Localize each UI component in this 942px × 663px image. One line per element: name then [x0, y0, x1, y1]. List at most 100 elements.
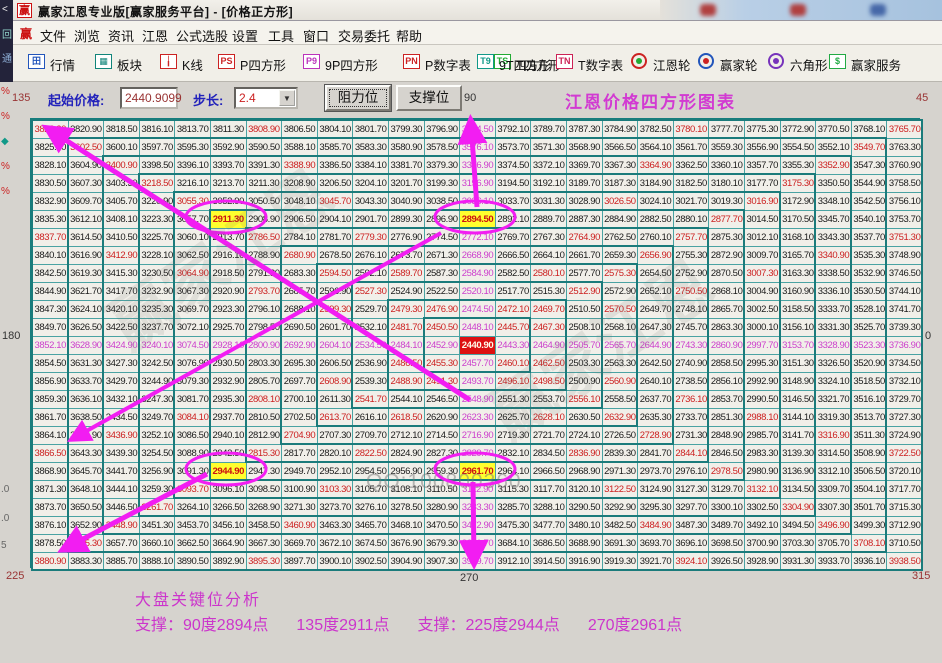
- grid-cell: 3590.50: [246, 138, 283, 157]
- grid-cell: 3249.70: [139, 408, 176, 427]
- menu-item-9[interactable]: 交易委托: [338, 26, 390, 45]
- menu-item-6[interactable]: 设置: [232, 26, 258, 45]
- grid-cell: 2628.10: [530, 408, 567, 427]
- grid-cell: 3890.50: [174, 552, 211, 571]
- grid-cell: 2529.70: [352, 300, 389, 319]
- support-button[interactable]: 支撑位: [396, 85, 462, 111]
- grid-cell: 2920.90: [210, 282, 247, 301]
- grid-cell: 2505.70: [566, 336, 603, 355]
- toolbar-label: 赢家服务: [851, 55, 901, 74]
- grid-cell: 3828.10: [32, 156, 69, 175]
- grid-cell: 3792.10: [495, 120, 532, 139]
- grid-cell: 2673.70: [388, 246, 425, 265]
- grid-cell: 3936.10: [851, 552, 888, 571]
- angle-label-180: 180: [2, 330, 20, 342]
- grid-cell: 2985.70: [744, 426, 781, 445]
- grid-cell: 3120.10: [566, 480, 603, 499]
- grid-cell: 3242.50: [139, 354, 176, 373]
- grid-cell: 3189.70: [566, 174, 603, 193]
- grid-cell: 3823.30: [32, 120, 69, 139]
- grid-cell: 3741.70: [886, 300, 923, 319]
- resistance-button[interactable]: 阻力位: [325, 85, 391, 111]
- grid-cell: 2952.10: [317, 462, 354, 481]
- grid-cell: 3832.90: [32, 192, 69, 211]
- grid-cell: 3110.50: [424, 480, 461, 499]
- grid-cell: 3144.10: [780, 408, 817, 427]
- grid-cell: 3564.10: [637, 138, 674, 157]
- footer-analysis-title: 大盘关键位分析: [135, 586, 261, 610]
- grid-cell: 2788.90: [246, 246, 283, 265]
- grid-cell: 3628.90: [68, 336, 105, 355]
- grid-cell: 2491.30: [424, 372, 461, 391]
- grid-cell: 3276.10: [352, 498, 389, 517]
- grid-cell: 3156.10: [780, 318, 817, 337]
- grid-cell: 3595.30: [174, 138, 211, 157]
- combo-dropdown-icon[interactable]: ▼: [279, 90, 295, 106]
- grid-cell: 3410.50: [103, 228, 140, 247]
- grid-cell: 3084.10: [174, 408, 211, 427]
- grid-cell: 3307.30: [815, 498, 852, 517]
- grid-cell: 3122.50: [602, 480, 639, 499]
- background-window-glyph: <: [2, 4, 8, 15]
- step-combobox[interactable]: 2.4 ▼: [234, 87, 298, 109]
- grid-cell: 3763.30: [886, 138, 923, 157]
- grid-cell: 3662.50: [174, 534, 211, 553]
- grid-cell: 3350.50: [815, 174, 852, 193]
- start-price-input[interactable]: 2440.9099: [120, 87, 178, 109]
- grid-cell: 3012.10: [744, 228, 781, 247]
- menu-item-8[interactable]: 窗口: [303, 26, 329, 45]
- menu-item-7[interactable]: 工具: [268, 26, 294, 45]
- grid-cell: 2868.10: [708, 282, 745, 301]
- grid-cell: 2940.10: [210, 426, 247, 445]
- grid-cell: 3208.90: [281, 174, 318, 193]
- grid-cell: 3038.50: [424, 192, 461, 211]
- grid-cell: 3412.90: [103, 246, 140, 265]
- grid-cell: 3328.90: [815, 336, 852, 355]
- grid-cell: 3924.10: [673, 552, 710, 571]
- menu-item-10[interactable]: 帮助: [396, 26, 422, 45]
- toolbar-label: 赢家轮: [720, 55, 758, 74]
- grid-cell: 2860.90: [708, 336, 745, 355]
- grid-cell: 3638.50: [68, 408, 105, 427]
- grid-cell: 2913.70: [210, 228, 247, 247]
- grid-cell: 3170.50: [780, 210, 817, 229]
- grid-cell: 3592.90: [210, 138, 247, 157]
- grid-cell: 2517.70: [495, 282, 532, 301]
- grid-cell: 3273.70: [317, 498, 354, 517]
- grid-cell: 3501.70: [851, 498, 888, 517]
- menu-item-2[interactable]: 浏览: [74, 26, 100, 45]
- grid-cell: 2527.30: [352, 282, 389, 301]
- grid-cell: 2726.50: [602, 426, 639, 445]
- left-edge-glyph: %: [1, 186, 10, 197]
- grid-cell: 3688.90: [566, 534, 603, 553]
- grid-cell: 3369.70: [566, 156, 603, 175]
- grid-cell: 2472.10: [495, 300, 532, 319]
- grid-cell: 3753.70: [886, 210, 923, 229]
- grid-cell: 3321.70: [815, 390, 852, 409]
- menu-item-5[interactable]: 公式选股: [176, 26, 228, 45]
- grid-cell: 2661.70: [566, 246, 603, 265]
- grid-cell: 3607.30: [68, 174, 105, 193]
- grid-cell: 3912.10: [495, 552, 532, 571]
- grid-cell: 3434.50: [103, 408, 140, 427]
- grid-cell: 3376.90: [459, 156, 496, 175]
- grid-cell: 2724.10: [566, 426, 603, 445]
- menu-item-4[interactable]: 江恩: [142, 26, 168, 45]
- grid-cell: 2594.50: [317, 264, 354, 283]
- grid-cell: 2769.70: [495, 228, 532, 247]
- grid-cell: 3079.30: [174, 372, 211, 391]
- menu-item-1[interactable]: 文件: [40, 26, 66, 45]
- grid-cell: 3052.90: [210, 192, 247, 211]
- grid-cell: 2692.90: [281, 336, 318, 355]
- grid-cell: 3336.10: [815, 282, 852, 301]
- grid-cell: 2606.50: [317, 354, 354, 373]
- grid-cell: 2644.90: [637, 336, 674, 355]
- grid-cell: 3847.30: [32, 300, 69, 319]
- menu-item-3[interactable]: 资讯: [108, 26, 134, 45]
- grid-cell: 2743.30: [673, 336, 710, 355]
- grid-cell: 3840.10: [32, 246, 69, 265]
- grid-cell: 3266.50: [210, 498, 247, 517]
- grid-cell: 3472.90: [459, 516, 496, 535]
- grid-cell: 2896.90: [424, 210, 461, 229]
- grid-cell: 2961.70: [459, 462, 496, 481]
